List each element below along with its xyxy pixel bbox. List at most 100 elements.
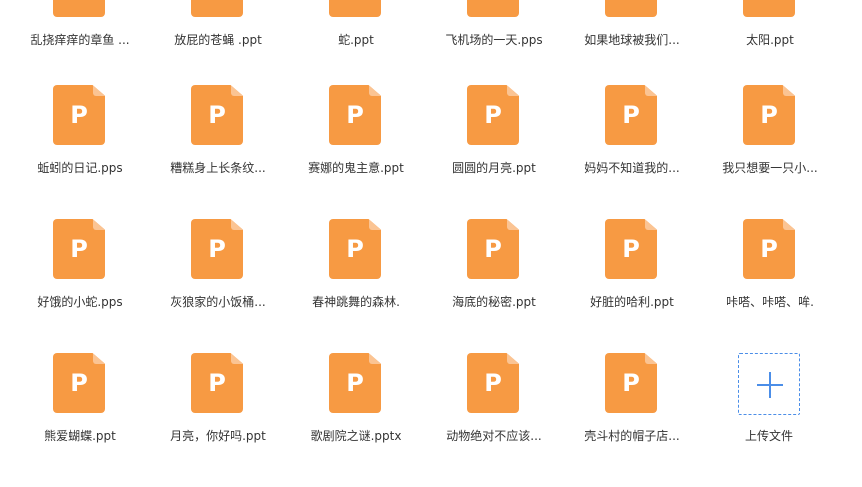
file-badge: P — [70, 101, 88, 129]
file-badge: P — [622, 369, 640, 397]
file-badge: P — [760, 235, 778, 263]
page-fold — [507, 219, 519, 230]
ppt-file-icon: P — [53, 85, 105, 145]
file-item[interactable]: P 月亮，你好吗.ppt — [149, 353, 287, 487]
file-badge: P — [484, 369, 502, 397]
file-name: 月亮，你好吗.ppt — [170, 429, 266, 443]
upload-label: 上传文件 — [744, 429, 793, 443]
page-fold — [645, 219, 657, 230]
ppt-file-icon: P — [605, 85, 657, 145]
file-item[interactable]: P 圆圆的月亮.ppt — [425, 85, 563, 219]
ppt-file-icon: P — [329, 219, 381, 279]
file-badge: P — [346, 235, 364, 263]
file-name: 好饿的小蛇.pps — [37, 295, 123, 309]
file-item[interactable]: P 好饿的小蛇.pps — [11, 219, 149, 353]
page-fold — [507, 85, 519, 96]
page-fold — [93, 353, 105, 364]
file-name: 放屁的苍蝇 .ppt — [174, 33, 262, 47]
file-name: 赛娜的鬼主意.ppt — [308, 161, 404, 175]
page-fold — [231, 219, 243, 230]
file-item[interactable]: P 如果地球被我们... — [563, 0, 701, 91]
file-name: 飞机场的一天.pps — [445, 33, 543, 47]
file-badge: P — [70, 235, 88, 263]
file-badge: P — [208, 235, 226, 263]
page-fold — [645, 353, 657, 364]
file-badge: P — [346, 369, 364, 397]
page-fold — [231, 353, 243, 364]
file-name: 太阳.ppt — [746, 33, 794, 47]
file-item[interactable]: P 太阳.ppt — [701, 0, 839, 91]
file-badge: P — [191, 0, 243, 2]
ppt-file-icon: P — [329, 85, 381, 145]
file-badge: P — [53, 0, 105, 2]
page-fold — [507, 353, 519, 364]
file-item[interactable]: P 海底的秘密.ppt — [425, 219, 563, 353]
upload-button[interactable] — [738, 353, 800, 415]
page-fold — [231, 85, 243, 96]
ppt-file-icon: P — [605, 353, 657, 413]
ppt-file-icon: P — [467, 219, 519, 279]
ppt-file-icon: P — [467, 353, 519, 413]
file-item[interactable]: P 灰狼家的小饭桶... — [149, 219, 287, 353]
file-item[interactable]: P 蛇.ppt — [287, 0, 425, 91]
ppt-file-icon: P — [53, 0, 105, 17]
file-item[interactable]: P 壳斗村的帽子店... — [563, 353, 701, 487]
file-name: 糟糕身上长条纹... — [170, 161, 266, 175]
file-item[interactable]: P 糟糕身上长条纹... — [149, 85, 287, 219]
file-badge: P — [622, 235, 640, 263]
page-fold — [93, 219, 105, 230]
page-fold — [369, 353, 381, 364]
ppt-file-icon: P — [743, 0, 795, 17]
ppt-file-icon: P — [191, 353, 243, 413]
ppt-file-icon: P — [191, 85, 243, 145]
file-name: 圆圆的月亮.ppt — [452, 161, 536, 175]
file-name: 好脏的哈利.ppt — [590, 295, 674, 309]
file-name: 海底的秘密.ppt — [452, 295, 536, 309]
file-grid: P 乱挠痒痒的章鱼 ... P 放屁的苍蝇 .ppt P 蛇.ppt P 飞机场的一天.pps… — [0, 0, 862, 453]
page-fold — [369, 85, 381, 96]
file-name: 壳斗村的帽子店... — [584, 429, 680, 443]
file-item[interactable]: P 好脏的哈利.ppt — [563, 219, 701, 353]
file-name: 我只想要一只小... — [722, 161, 818, 175]
file-item[interactable]: P 我只想要一只小... — [701, 85, 839, 219]
ppt-file-icon: P — [467, 0, 519, 17]
file-badge: P — [467, 0, 519, 2]
file-item[interactable]: P 春神跳舞的森林. — [287, 219, 425, 353]
file-badge: P — [484, 101, 502, 129]
file-item[interactable]: P 动物绝对不应该... — [425, 353, 563, 487]
file-item[interactable]: P 歌剧院之谜.pptx — [287, 353, 425, 487]
page-fold — [783, 85, 795, 96]
file-name: 蛇.ppt — [338, 33, 374, 47]
file-badge: P — [743, 0, 795, 2]
file-item[interactable]: P 放屁的苍蝇 .ppt — [149, 0, 287, 91]
ppt-file-icon: P — [743, 219, 795, 279]
file-item[interactable]: P 赛娜的鬼主意.ppt — [287, 85, 425, 219]
file-name: 蚯蚓的日记.pps — [37, 161, 123, 175]
file-badge: P — [760, 101, 778, 129]
file-badge: P — [70, 369, 88, 397]
file-badge: P — [346, 101, 364, 129]
file-name: 灰狼家的小饭桶... — [170, 295, 266, 309]
file-item[interactable]: P 蚯蚓的日记.pps — [11, 85, 149, 219]
file-badge: P — [208, 101, 226, 129]
file-item[interactable]: P 妈妈不知道我的... — [563, 85, 701, 219]
ppt-file-icon: P — [191, 219, 243, 279]
file-item[interactable]: P 飞机场的一天.pps — [425, 0, 563, 91]
file-badge: P — [622, 101, 640, 129]
ppt-file-icon: P — [605, 219, 657, 279]
ppt-file-icon: P — [467, 85, 519, 145]
file-badge: P — [329, 0, 381, 2]
file-name: 乱挠痒痒的章鱼 ... — [30, 33, 130, 47]
file-item[interactable]: P 熊爱蝴蝶.ppt — [11, 353, 149, 487]
file-item[interactable]: P 咔嗒、咔嗒、哞. — [701, 219, 839, 353]
page-fold — [645, 85, 657, 96]
plus-icon-vertical — [769, 372, 771, 398]
file-item[interactable]: P 乱挠痒痒的章鱼 ... — [11, 0, 149, 91]
ppt-file-icon: P — [53, 353, 105, 413]
file-badge: P — [605, 0, 657, 2]
ppt-file-icon: P — [605, 0, 657, 17]
page-fold — [783, 219, 795, 230]
ppt-file-icon: P — [743, 85, 795, 145]
file-name: 咔嗒、咔嗒、哞. — [726, 295, 814, 309]
file-badge: P — [208, 369, 226, 397]
